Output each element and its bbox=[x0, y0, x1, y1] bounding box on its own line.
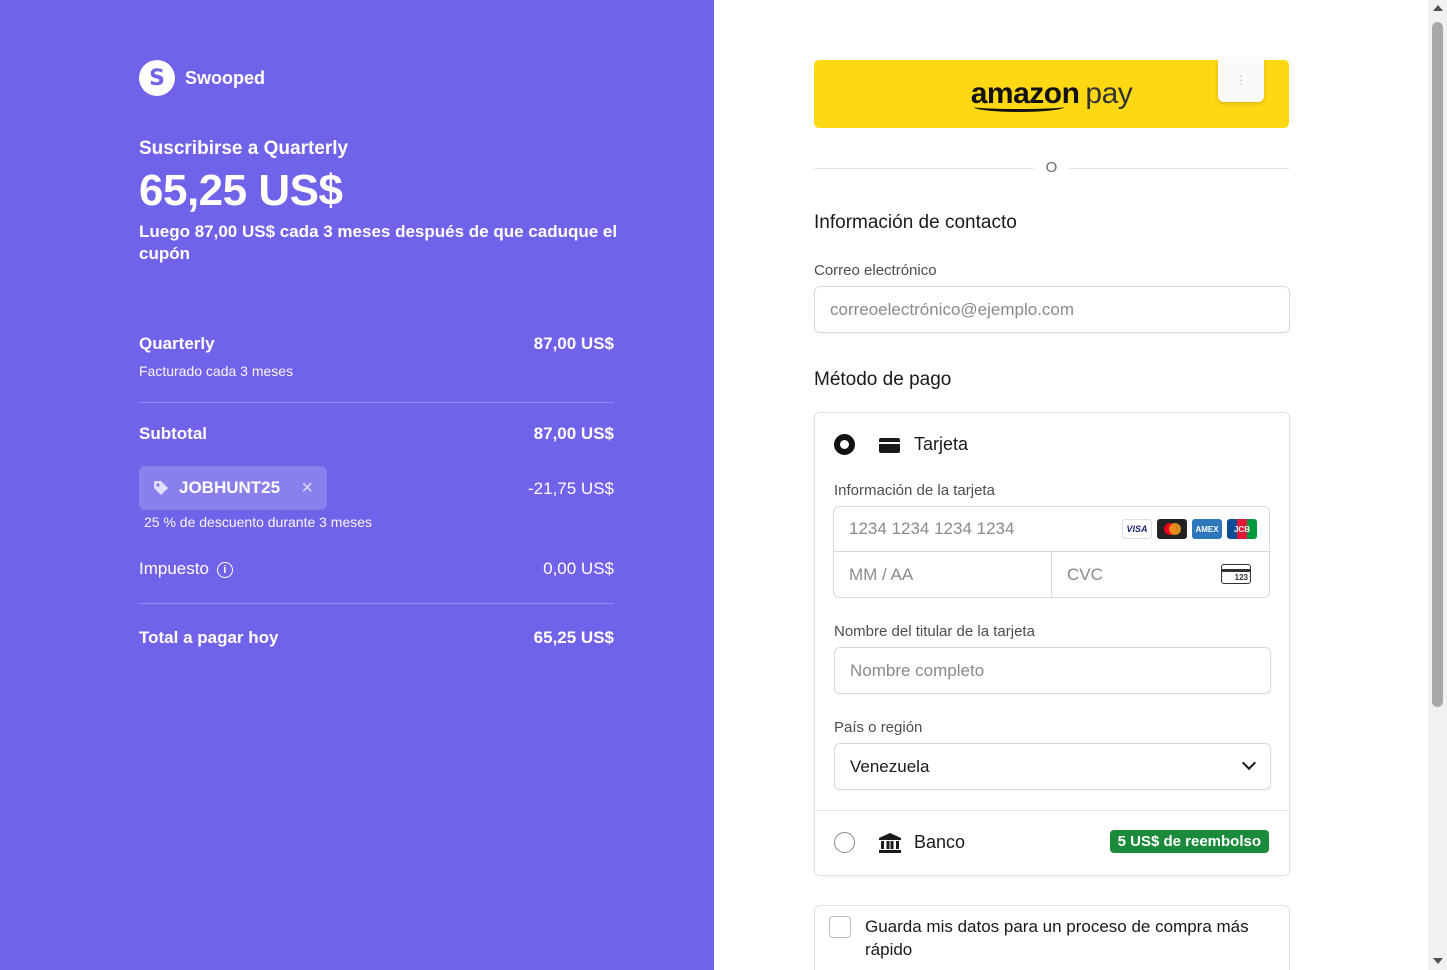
tax-label: Impuesto bbox=[139, 559, 209, 578]
visa-icon: VISA bbox=[1122, 519, 1152, 539]
total-label: Total a pagar hoy bbox=[139, 628, 279, 647]
total-amount: 65,25 US$ bbox=[533, 628, 614, 647]
coupon-chip: JOBHUNT25 × bbox=[139, 466, 327, 510]
card-info-label: Información de la tarjeta bbox=[834, 482, 995, 499]
email-field[interactable]: correoelectrónico@ejemplo.com bbox=[814, 286, 1290, 333]
email-label: Correo electrónico bbox=[814, 262, 937, 279]
order-summary-panel: S Swooped Suscribirse a Quarterly 65,25 … bbox=[0, 0, 714, 970]
subtotal-label: Subtotal bbox=[139, 424, 207, 443]
close-icon[interactable]: × bbox=[301, 477, 313, 500]
country-value: Venezuela bbox=[850, 756, 930, 776]
discount-row: -21,75 US$ bbox=[480, 479, 614, 499]
subtotal-row: Subtotal 87,00 US$ bbox=[139, 424, 614, 444]
pay-word: pay bbox=[1085, 77, 1133, 110]
expiry-field[interactable]: MM / AA bbox=[834, 552, 1052, 597]
country-select[interactable]: Venezuela bbox=[834, 743, 1271, 790]
checkout-form: amazon pay ⋮ O Información de contacto Co… bbox=[714, 0, 1428, 970]
divider bbox=[139, 603, 614, 604]
card-radio[interactable] bbox=[834, 434, 855, 455]
tax-label-wrap: Impuesto i bbox=[139, 559, 233, 579]
info-icon[interactable]: i bbox=[216, 561, 233, 578]
mastercard-icon bbox=[1157, 519, 1187, 539]
payment-title: Método de pago bbox=[814, 369, 952, 390]
card-details-group: 1234 1234 1234 1234 VISA AMEX JCB MM / A… bbox=[833, 506, 1271, 598]
expiry-placeholder: MM / AA bbox=[849, 564, 914, 584]
chevron-down-icon bbox=[1241, 755, 1257, 771]
discount-amount: -21,75 US$ bbox=[528, 479, 614, 498]
card-option-label[interactable]: Tarjeta bbox=[914, 434, 968, 455]
card-number-field[interactable]: 1234 1234 1234 1234 VISA AMEX JCB bbox=[834, 507, 1271, 552]
divider bbox=[139, 402, 614, 403]
brand-logo: S bbox=[139, 60, 175, 96]
card-brands: VISA AMEX JCB bbox=[1122, 519, 1257, 539]
cvc-placeholder: CVC bbox=[1067, 564, 1103, 584]
holder-label: Nombre del titular de la tarjeta bbox=[834, 623, 1035, 640]
amazon-pay-menu-icon[interactable]: ⋮ bbox=[1218, 58, 1264, 102]
save-info-box[interactable]: Guarda mis datos para un proceso de comp… bbox=[814, 905, 1290, 970]
email-placeholder: correoelectrónico@ejemplo.com bbox=[830, 299, 1075, 319]
card-icon bbox=[879, 438, 900, 453]
coupon-code: JOBHUNT25 bbox=[179, 478, 281, 497]
coupon-note: 25 % de descuento durante 3 meses bbox=[144, 514, 373, 530]
bank-radio[interactable] bbox=[834, 832, 855, 853]
tax-amount: 0,00 US$ bbox=[543, 559, 614, 578]
cardholder-name-field[interactable]: Nombre completo bbox=[834, 647, 1271, 694]
holder-placeholder: Nombre completo bbox=[850, 660, 985, 680]
scroll-down-icon[interactable] bbox=[1433, 958, 1443, 964]
subtotal-amount: 87,00 US$ bbox=[533, 424, 614, 443]
tax-row: Impuesto i 0,00 US$ bbox=[139, 559, 614, 579]
bank-option-label[interactable]: Banco bbox=[914, 832, 965, 853]
brand[interactable]: S Swooped bbox=[139, 60, 265, 96]
amazon-pay-button[interactable]: amazon pay ⋮ bbox=[814, 58, 1289, 128]
card-number-placeholder: 1234 1234 1234 1234 bbox=[849, 519, 1015, 538]
scroll-up-icon[interactable] bbox=[1433, 5, 1443, 11]
scrollbar[interactable] bbox=[1428, 0, 1447, 970]
brand-name: Swooped bbox=[185, 67, 265, 88]
total-row: Total a pagar hoy 65,25 US$ bbox=[139, 628, 614, 648]
or-separator: O bbox=[1034, 159, 1069, 176]
save-info-label[interactable]: Guarda mis datos para un proceso de comp… bbox=[865, 915, 1275, 961]
bank-icon bbox=[879, 833, 901, 853]
save-info-checkbox[interactable] bbox=[829, 916, 851, 938]
plan-billing: Facturado cada 3 meses bbox=[139, 363, 294, 379]
cvc-field[interactable]: CVC 123 bbox=[1052, 552, 1269, 597]
country-label: País o región bbox=[834, 719, 923, 736]
divider bbox=[815, 810, 1289, 811]
renewal-note: Luego 87,00 US$ cada 3 meses después de … bbox=[139, 222, 618, 263]
subscription-title: Suscribirse a Quarterly bbox=[139, 138, 349, 159]
cashback-badge: 5 US$ de reembolso bbox=[1109, 830, 1269, 853]
total-price: 65,25 US$ bbox=[139, 166, 343, 215]
plan-row: Quarterly 87,00 US$ bbox=[139, 334, 614, 354]
contact-title: Información de contacto bbox=[814, 212, 1017, 233]
scrollbar-thumb[interactable] bbox=[1432, 22, 1443, 707]
jcb-icon: JCB bbox=[1227, 519, 1257, 539]
cvc-card-icon: 123 bbox=[1221, 564, 1251, 584]
plan-amount: 87,00 US$ bbox=[533, 334, 614, 353]
payment-methods: Tarjeta Información de la tarjeta Nombre… bbox=[814, 412, 1290, 876]
amazon-smile-icon bbox=[974, 102, 1064, 112]
plan-name: Quarterly bbox=[139, 334, 215, 353]
tag-icon bbox=[154, 481, 168, 495]
amex-icon: AMEX bbox=[1192, 519, 1222, 539]
